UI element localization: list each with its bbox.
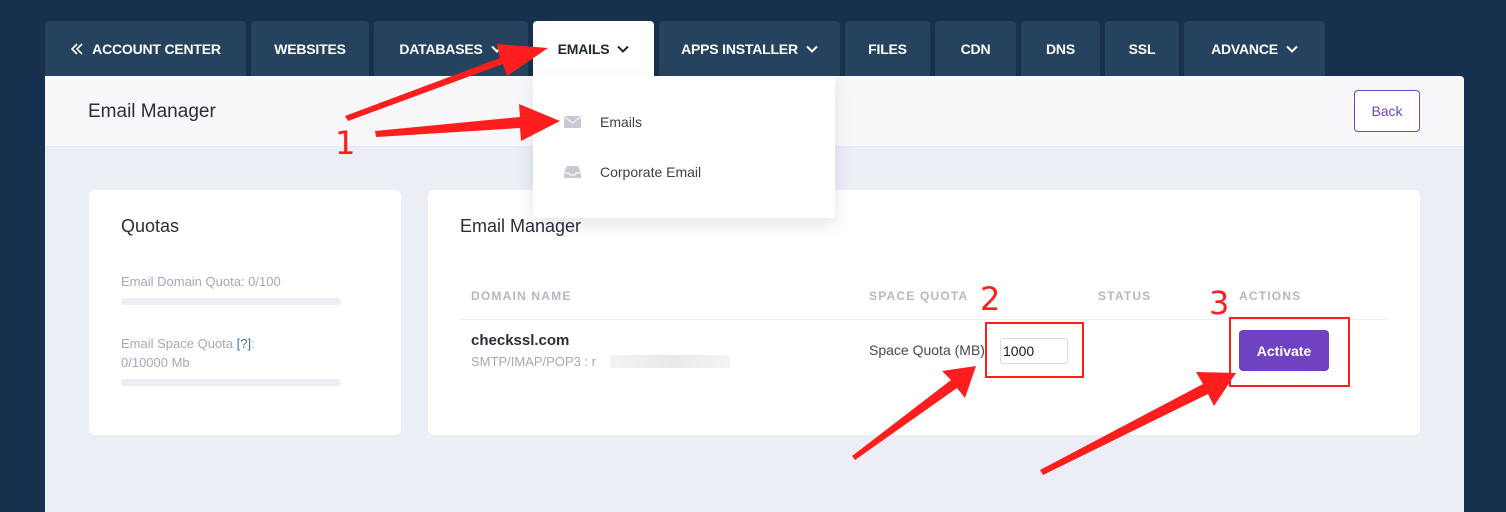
chevron-down-icon: [1286, 45, 1298, 53]
column-header-domain-name: DOMAIN NAME: [471, 289, 572, 303]
email-domain-quota-label: Email Domain Quota: 0/100: [121, 274, 281, 289]
dropdown-item-emails[interactable]: Emails: [563, 111, 642, 133]
tab-label: FILES: [868, 40, 907, 57]
tab-advance[interactable]: ADVANCE: [1184, 21, 1325, 76]
dropdown-item-corporate-email[interactable]: Corporate Email: [563, 161, 701, 183]
dropdown-item-label: Corporate Email: [600, 164, 702, 180]
column-header-actions: ACTIONS: [1239, 289, 1302, 303]
column-header-space-quota: SPACE QUOTA: [869, 289, 969, 303]
tab-label: ADVANCE: [1211, 40, 1278, 57]
double-chevron-left-icon: [71, 42, 83, 55]
tab-account-center[interactable]: ACCOUNT CENTER: [45, 21, 246, 76]
tab-label: WEBSITES: [274, 40, 346, 57]
email-space-quota-bar: [121, 379, 341, 386]
space-quota-label: Space Quota (MB): [869, 342, 985, 358]
dropdown-item-label: Emails: [600, 114, 643, 130]
step-number-1: 1: [335, 124, 356, 162]
space-quota-help-link[interactable]: [?]: [237, 336, 251, 351]
chevron-down-icon: [490, 45, 503, 53]
tab-label: SSL: [1128, 40, 1156, 57]
tab-dns[interactable]: DNS: [1021, 21, 1100, 76]
email-manager-title: Email Manager: [460, 216, 582, 236]
step-number-3: 3: [1209, 284, 1230, 322]
tab-label: EMAILS: [557, 40, 610, 57]
space-quota-value: 0/10000 Mb: [121, 355, 190, 370]
tab-files[interactable]: FILES: [845, 21, 930, 76]
inbox-tray-icon: [564, 166, 581, 178]
chevron-down-icon: [617, 45, 630, 53]
tab-label: DNS: [1046, 40, 1075, 57]
email-space-quota-label: Email Space Quota [?]: 0/10000 Mb: [121, 334, 255, 372]
space-quota-label-text: Email Space Quota: [121, 336, 234, 351]
email-domain-quota-bar: [121, 298, 341, 305]
tab-label: DATABASES: [399, 40, 483, 57]
highlight-quota-input: [985, 322, 1084, 378]
tab-websites[interactable]: WEBSITES: [251, 21, 369, 76]
tab-cdn[interactable]: CDN: [935, 21, 1016, 76]
column-header-status: STATUS: [1098, 289, 1152, 303]
tab-apps-installer[interactable]: APPS INSTALLER: [659, 21, 840, 76]
tab-label: APPS INSTALLER: [681, 40, 798, 57]
domain-name: checkssl.com: [471, 332, 570, 349]
redacted-hostname: [610, 355, 730, 368]
step-number-2: 2: [980, 280, 1001, 318]
domain-protocols: SMTP/IMAP/POP3 : r: [471, 354, 596, 369]
email-manager-card: Email Manager DOMAIN NAME SPACE QUOTA ST…: [428, 190, 1420, 435]
quotas-title: Quotas: [121, 216, 180, 236]
chevron-down-icon: [806, 45, 818, 53]
tab-databases[interactable]: DATABASES: [374, 21, 528, 76]
tab-ssl[interactable]: SSL: [1105, 21, 1179, 76]
emails-dropdown-menu: Emails Corporate Email: [533, 76, 835, 218]
envelope-icon: [564, 116, 581, 128]
space-quota-colon: :: [251, 336, 255, 351]
tab-emails[interactable]: EMAILS: [533, 21, 654, 76]
page-title: Email Manager: [88, 101, 216, 122]
tab-label: ACCOUNT CENTER: [92, 40, 221, 57]
tab-label: CDN: [960, 40, 991, 57]
back-button[interactable]: Back: [1354, 90, 1420, 132]
quotas-card: Quotas Email Domain Quota: 0/100 Email S…: [89, 190, 401, 435]
highlight-activate-button: [1229, 317, 1350, 387]
